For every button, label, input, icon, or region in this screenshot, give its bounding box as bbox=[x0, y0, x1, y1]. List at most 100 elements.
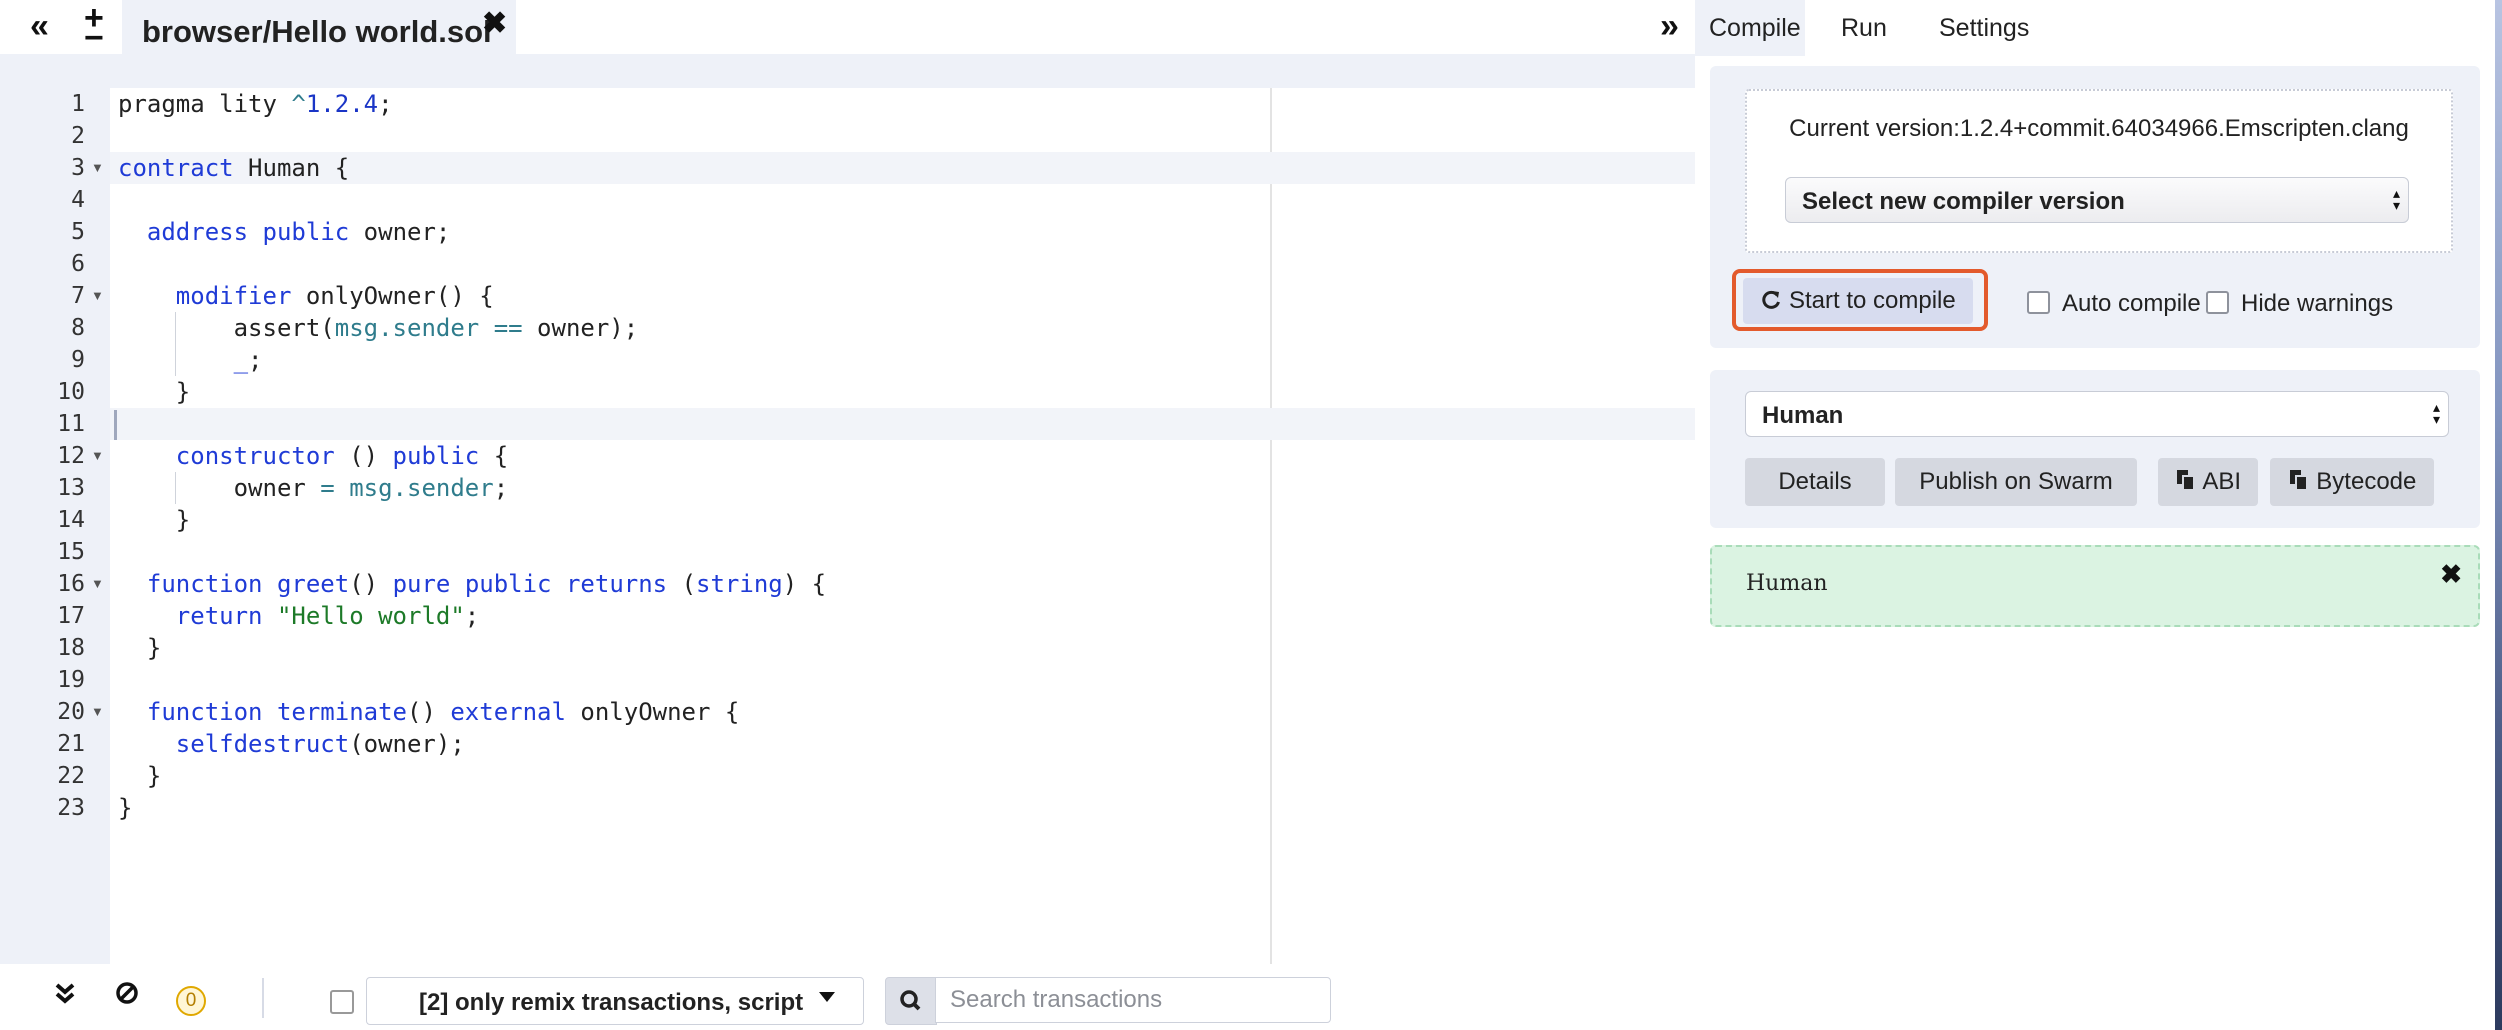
abi-button[interactable]: ABI bbox=[2158, 458, 2258, 506]
code-token: greet bbox=[276, 570, 350, 598]
code-token: assert( bbox=[118, 314, 335, 342]
code-token: } bbox=[118, 634, 162, 662]
transaction-filter-dropdown[interactable]: [2] only remix transactions, script bbox=[366, 977, 864, 1025]
code-token: } bbox=[118, 794, 133, 822]
line-number: 10 bbox=[57, 379, 85, 405]
tab-run[interactable]: Run bbox=[1827, 0, 1901, 56]
code-token: terminate bbox=[276, 698, 407, 726]
code-token: ; bbox=[378, 90, 393, 118]
editor-column: « + − browser/Hello world.sol ✖ » 1 pragm… bbox=[0, 0, 1695, 1030]
code-token: function bbox=[146, 570, 263, 598]
line-number: 20 bbox=[57, 699, 85, 725]
fold-toggle-icon[interactable]: ▼ bbox=[91, 152, 104, 184]
code-token: function bbox=[146, 698, 263, 726]
compiler-select-label: Select new compiler version bbox=[1802, 188, 2125, 215]
search-button[interactable] bbox=[885, 977, 937, 1025]
code-line: } bbox=[118, 632, 161, 664]
code-token: owner; bbox=[349, 218, 451, 246]
code-token: "Hello world" bbox=[276, 602, 465, 630]
details-button[interactable]: Details bbox=[1745, 458, 1885, 506]
print-margin bbox=[1270, 88, 1272, 964]
select-arrows-icon: ▴ ▾ bbox=[2392, 185, 2400, 213]
pending-transactions-badge: 0 bbox=[176, 986, 206, 1016]
code-token: _ bbox=[233, 346, 249, 374]
file-tab[interactable]: browser/Hello world.sol ✖ bbox=[122, 0, 516, 54]
line-number: 15 bbox=[57, 539, 85, 565]
fold-toggle-icon[interactable]: ▼ bbox=[91, 568, 104, 600]
result-contract-name: Human bbox=[1746, 571, 1828, 596]
code-token: == bbox=[493, 314, 523, 342]
tab-settings[interactable]: Settings bbox=[1925, 0, 2043, 56]
listen-network-checkbox[interactable] bbox=[330, 990, 354, 1014]
compiler-version-select[interactable]: Select new compiler version ▴ ▾ bbox=[1785, 177, 2409, 223]
code-token: contract bbox=[118, 154, 234, 182]
line-number: 23 bbox=[57, 795, 85, 821]
chevrons-down-icon[interactable] bbox=[54, 980, 76, 1014]
line-number: 14 bbox=[57, 507, 85, 533]
code-token: msg.sender bbox=[349, 474, 494, 502]
code-token: public bbox=[464, 570, 552, 598]
expand-right-icon[interactable]: » bbox=[1660, 6, 1679, 46]
code-token: address bbox=[146, 218, 249, 246]
code-token: () bbox=[349, 570, 393, 598]
fold-toggle-icon[interactable]: ▼ bbox=[91, 280, 104, 312]
line-number: 21 bbox=[57, 731, 85, 757]
code-line: address public owner; bbox=[118, 216, 450, 248]
code-token: ) { bbox=[782, 570, 827, 598]
contract-select-label: Human bbox=[1762, 402, 1844, 429]
search-transactions-input[interactable] bbox=[935, 977, 1331, 1023]
line-number: 17 bbox=[57, 603, 85, 629]
line-number: 1 bbox=[71, 91, 85, 117]
code-line: owner = msg.sender; bbox=[118, 472, 509, 504]
start-compile-button[interactable]: Start to compile bbox=[1743, 278, 1973, 324]
code-token: () bbox=[334, 442, 393, 470]
clear-console-icon[interactable] bbox=[114, 980, 140, 1014]
code-line: _; bbox=[118, 344, 263, 376]
desktop-background bbox=[2495, 0, 2502, 1030]
code-token: } bbox=[118, 506, 191, 534]
code-line: } bbox=[118, 376, 190, 408]
active-line-highlight bbox=[110, 408, 1695, 440]
divider bbox=[262, 978, 264, 1018]
tab-compile[interactable]: Compile bbox=[1695, 0, 1805, 56]
code-token: 1.2.4 bbox=[305, 90, 379, 118]
contract-select[interactable]: Human ▴ ▾ bbox=[1745, 391, 2449, 437]
close-file-icon[interactable]: − bbox=[84, 18, 104, 58]
code-token: ; bbox=[493, 474, 509, 502]
code-line: pragma lity ^1.2.4; bbox=[118, 88, 393, 120]
line-number: 12 bbox=[57, 443, 85, 469]
line-number: 18 bbox=[57, 635, 85, 661]
refresh-icon bbox=[1762, 290, 1781, 309]
close-result-icon[interactable]: ✖ bbox=[2440, 559, 2462, 590]
fold-toggle-icon[interactable]: ▼ bbox=[91, 696, 104, 728]
publish-swarm-button[interactable]: Publish on Swarm bbox=[1895, 458, 2137, 506]
code-token: external bbox=[450, 698, 566, 726]
code-token: Human { bbox=[233, 154, 350, 182]
bytecode-button[interactable]: Bytecode bbox=[2270, 458, 2434, 506]
code-token: ; bbox=[464, 602, 480, 630]
fold-toggle-icon[interactable]: ▼ bbox=[91, 440, 104, 472]
code-line: return "Hello world"; bbox=[118, 600, 479, 632]
collapse-left-icon[interactable]: « bbox=[30, 6, 49, 46]
code-token: () bbox=[407, 698, 451, 726]
close-tab-icon[interactable]: ✖ bbox=[482, 6, 507, 41]
code-token: owner bbox=[118, 474, 321, 502]
auto-compile-checkbox[interactable] bbox=[2027, 291, 2050, 314]
indent-guide bbox=[175, 472, 176, 504]
file-tab-label: browser/Hello world.sol bbox=[142, 14, 492, 49]
code-line: function greet() pure public returns (st… bbox=[118, 568, 826, 600]
search-icon bbox=[900, 990, 921, 1011]
hide-warnings-checkbox[interactable] bbox=[2206, 291, 2229, 314]
code-token: } bbox=[118, 378, 191, 406]
line-number: 8 bbox=[71, 315, 85, 341]
code-token: (owner); bbox=[349, 730, 465, 758]
code-line: } bbox=[118, 504, 190, 536]
